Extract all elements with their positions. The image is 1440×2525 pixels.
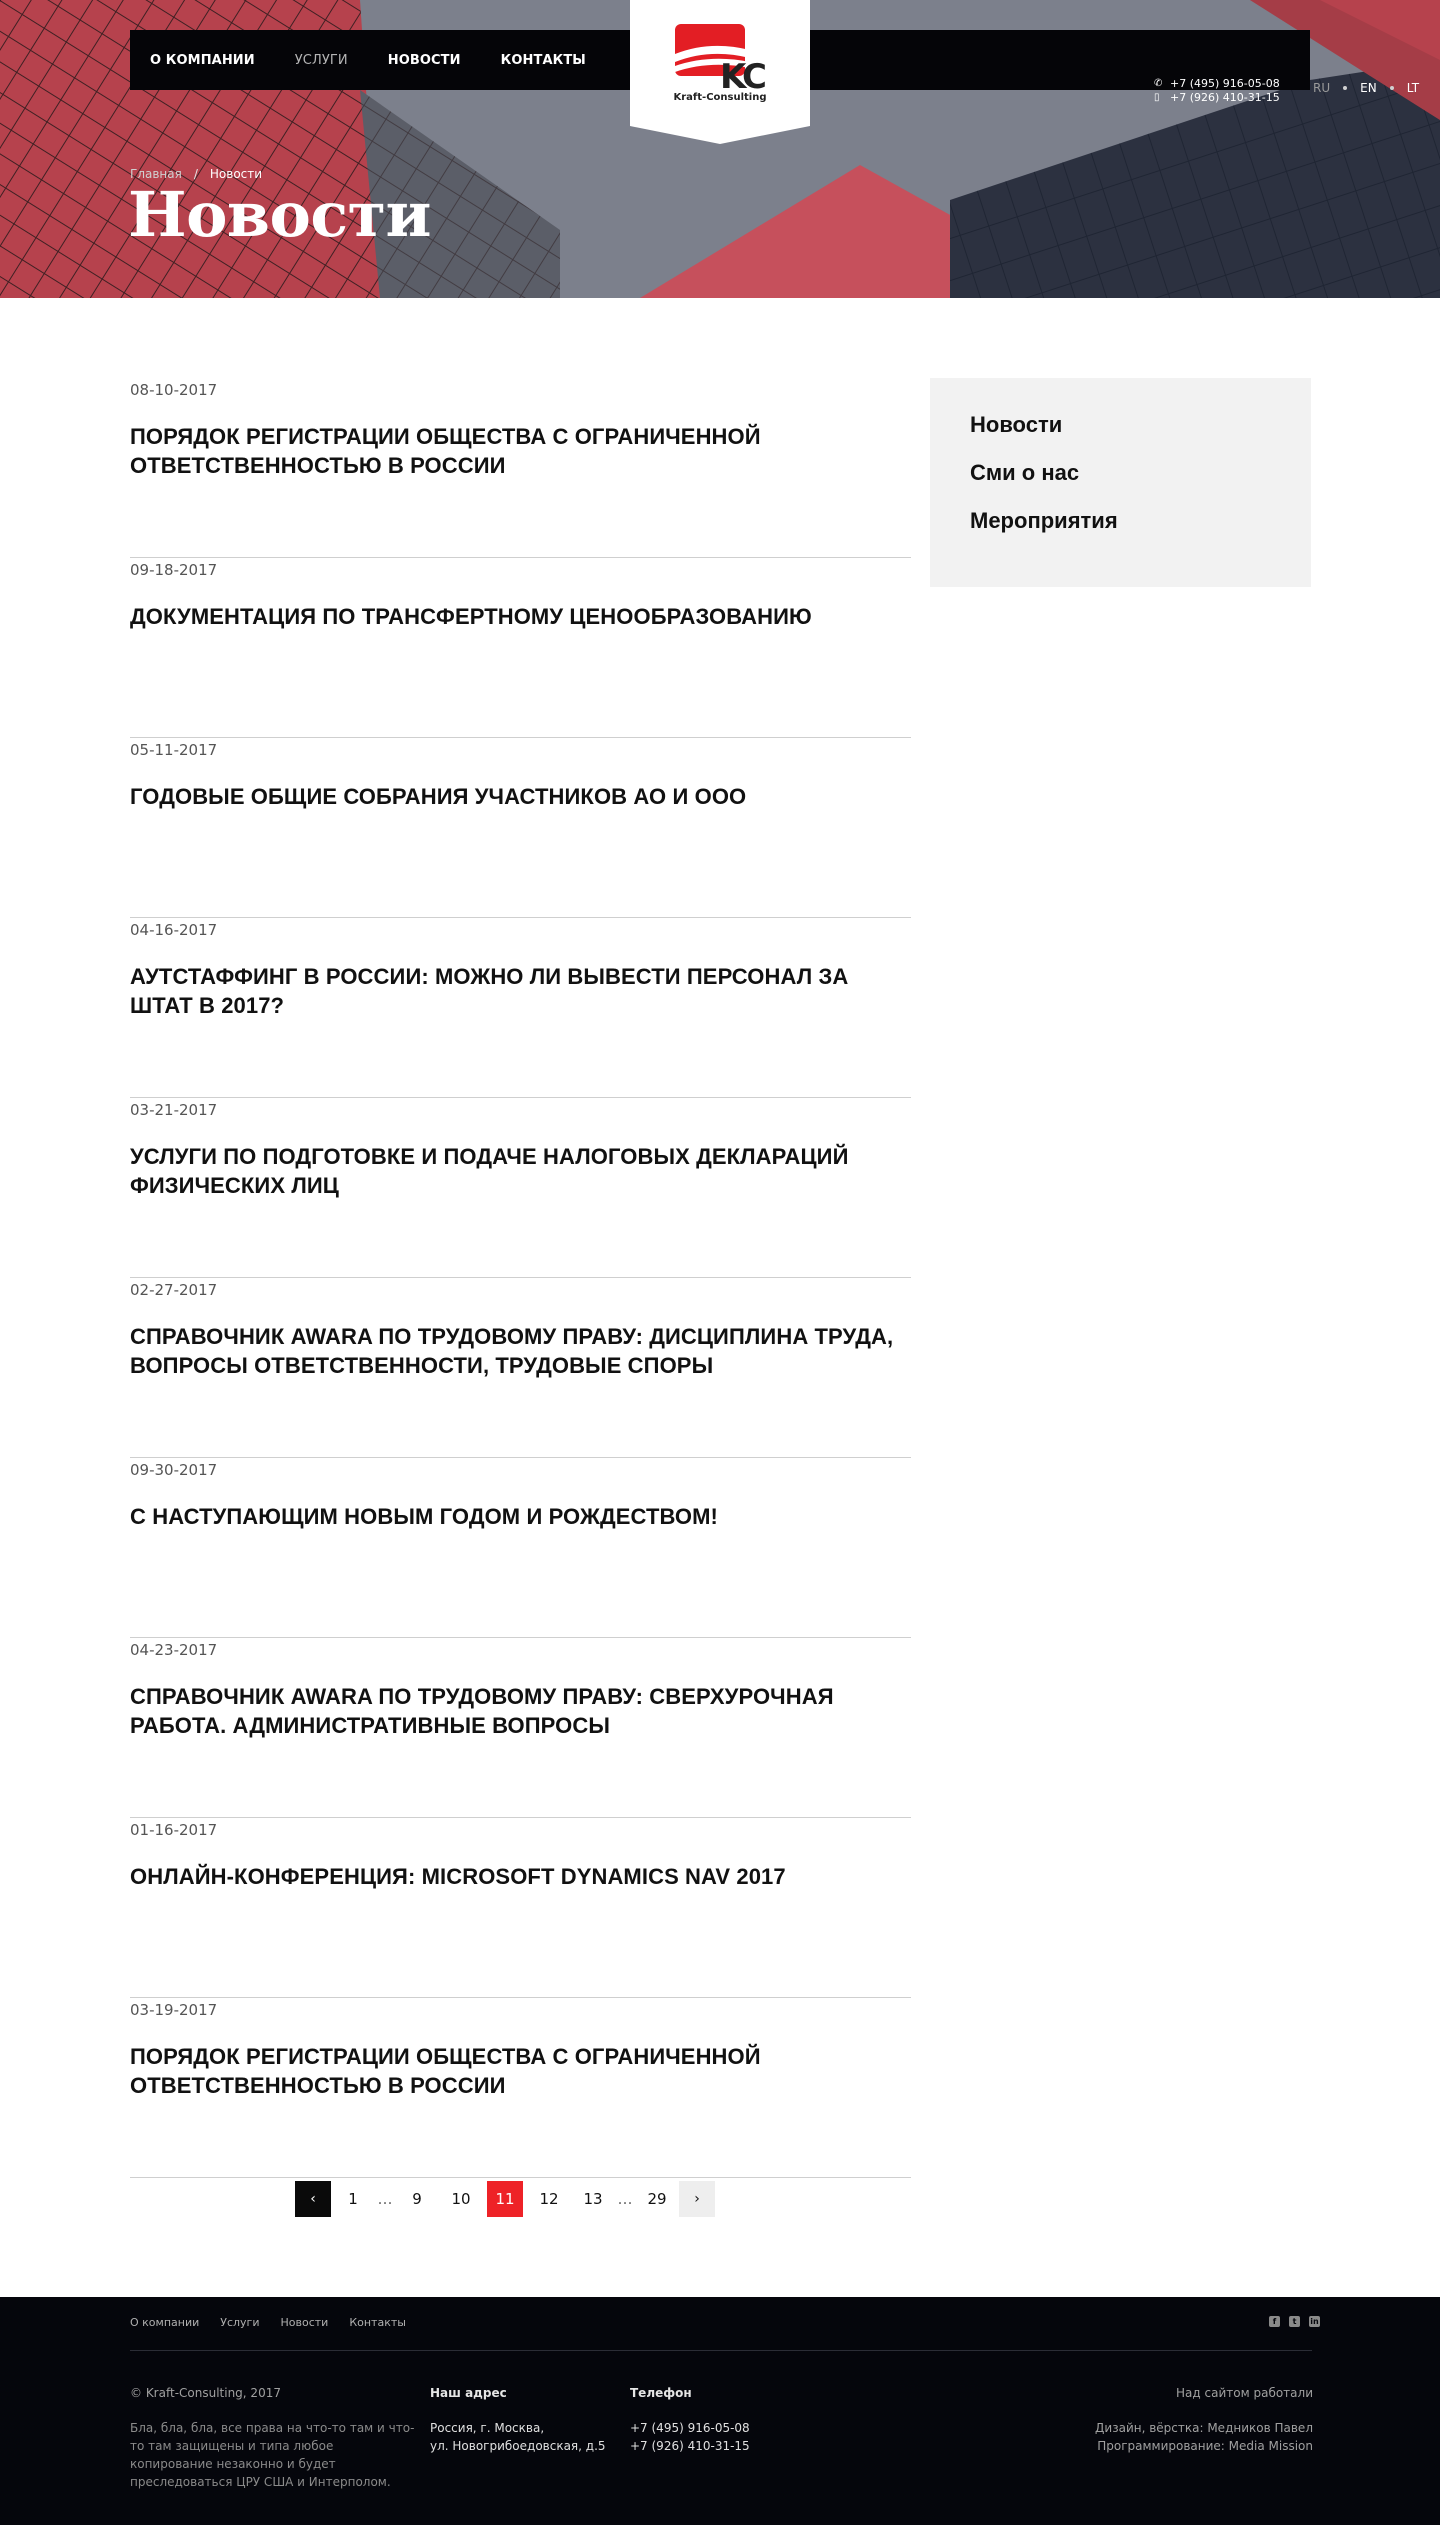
page-title: Новости	[128, 178, 432, 251]
footer-phone-2[interactable]: +7 (926) 410-31-15	[630, 2437, 750, 2455]
header-phone-2[interactable]: +7 (926) 410-31-15	[1170, 91, 1280, 105]
lang-separator	[1389, 86, 1394, 90]
facebook-icon[interactable]: f	[1269, 2316, 1280, 2327]
svg-text:C: C	[742, 57, 767, 97]
news-item: 05-11-2017 ГОДОВЫЕ ОБЩИЕ СОБРАНИЯ УЧАСТН…	[130, 738, 911, 918]
footer-credits: Дизайн, вёрстка: Медников Павел Программ…	[1095, 2419, 1313, 2455]
pagination-page[interactable]: 1	[335, 2181, 371, 2217]
footer-credits-heading: Над сайтом работали	[1176, 2386, 1313, 2400]
pagination: ‹ 1 … 9 10 11 12 13 … 29 ›	[295, 2181, 715, 2217]
news-title-link[interactable]: СПРАВОЧНИК AWARA ПО ТРУДОВОМУ ПРАВУ: ДИС…	[130, 1322, 911, 1380]
news-item: 01-16-2017 ОНЛАЙН-КОНФЕРЕНЦИЯ: MICROSOFT…	[130, 1818, 911, 1998]
news-title-link[interactable]: С НАСТУПАЮЩИМ НОВЫМ ГОДОМ И РОЖДЕСТВОМ!	[130, 1502, 911, 1531]
news-item: 09-30-2017 С НАСТУПАЮЩИМ НОВЫМ ГОДОМ И Р…	[130, 1458, 911, 1638]
news-title-link[interactable]: ПОРЯДОК РЕГИСТРАЦИИ ОБЩЕСТВА С ОГРАНИЧЕН…	[130, 422, 911, 480]
news-date: 08-10-2017	[130, 381, 218, 399]
sidebar-item-media[interactable]: Сми о нас	[970, 460, 1311, 508]
nav-about[interactable]: О КОМПАНИИ	[150, 53, 255, 68]
footer-nav-about[interactable]: О компании	[130, 2316, 199, 2329]
news-item: 04-23-2017 СПРАВОЧНИК AWARA ПО ТРУДОВОМУ…	[130, 1638, 911, 1818]
news-date: 02-27-2017	[130, 1281, 218, 1299]
news-item: 03-19-2017 ПОРЯДОК РЕГИСТРАЦИИ ОБЩЕСТВА …	[130, 1998, 911, 2178]
news-title-link[interactable]: ГОДОВЫЕ ОБЩИЕ СОБРАНИЯ УЧАСТНИКОВ АО И О…	[130, 782, 911, 811]
news-date: 04-16-2017	[130, 921, 218, 939]
hero-banner: О КОМПАНИИ УСЛУГИ НОВОСТИ КОНТАКТЫ ✆ +7 (…	[0, 0, 1440, 298]
news-item: 04-16-2017 АУТСТАФФИНГ В РОССИИ: МОЖНО Л…	[130, 918, 911, 1098]
logo-badge: K C Kraft-Consulting	[630, 0, 810, 144]
footer-phone-1[interactable]: +7 (495) 916-05-08	[630, 2419, 750, 2437]
pagination-next-button[interactable]: ›	[679, 2181, 715, 2217]
logo[interactable]: K C Kraft-Consulting	[630, 0, 810, 144]
footer: О компании Услуги Новости Контакты f t i…	[0, 2297, 1440, 2525]
news-title-link[interactable]: УСЛУГИ ПО ПОДГОТОВКЕ И ПОДАЧЕ НАЛОГОВЫХ …	[130, 1142, 911, 1200]
footer-address-line: ул. Новогрибоедовская, д.5	[430, 2439, 606, 2453]
news-date: 03-19-2017	[130, 2001, 218, 2019]
pagination-ellipsis: …	[617, 2190, 633, 2208]
news-item: 02-27-2017 СПРАВОЧНИК AWARA ПО ТРУДОВОМУ…	[130, 1278, 911, 1458]
header-phones: ✆ +7 (495) 916-05-08 ▯ +7 (926) 410-31-15	[1154, 77, 1280, 105]
sidebar-item-events[interactable]: Мероприятия	[970, 508, 1311, 556]
pagination-page[interactable]: 12	[531, 2181, 567, 2217]
footer-copyright: © Kraft-Consulting, 2017	[130, 2386, 281, 2400]
footer-nav-news[interactable]: Новости	[280, 2316, 328, 2329]
lang-separator	[1343, 86, 1348, 90]
language-switcher: RU EN LT	[1313, 81, 1419, 95]
footer-credit-design: Дизайн, вёрстка: Медников Павел	[1095, 2421, 1313, 2435]
footer-nav-services[interactable]: Услуги	[220, 2316, 259, 2329]
news-list: 08-10-2017 ПОРЯДОК РЕГИСТРАЦИИ ОБЩЕСТВА …	[130, 378, 911, 2178]
footer-address-heading: Наш адрес	[430, 2386, 507, 2400]
news-category-sidebar: Новости Сми о нас Мероприятия	[930, 378, 1311, 587]
pagination-prev-button[interactable]: ‹	[295, 2181, 331, 2217]
news-item: 09-18-2017 ДОКУМЕНТАЦИЯ ПО ТРАНСФЕРТНОМУ…	[130, 558, 911, 738]
lang-lt[interactable]: LT	[1407, 81, 1419, 95]
news-date: 04-23-2017	[130, 1641, 218, 1659]
pagination-page[interactable]: 9	[399, 2181, 435, 2217]
social-links: f t in	[1260, 2316, 1320, 2327]
news-title-link[interactable]: ОНЛАЙН-КОНФЕРЕНЦИЯ: MICROSOFT DYNAMICS N…	[130, 1862, 911, 1891]
footer-address: Россия, г. Москва, ул. Новогрибоедовская…	[430, 2419, 606, 2455]
news-title-link[interactable]: ДОКУМЕНТАЦИЯ ПО ТРАНСФЕРТНОМУ ЦЕНООБРАЗО…	[130, 602, 911, 631]
news-date: 01-16-2017	[130, 1821, 218, 1839]
footer-credit-programming: Программирование: Media Mission	[1097, 2439, 1313, 2453]
footer-nav: О компании Услуги Новости Контакты	[130, 2316, 427, 2329]
lang-ru[interactable]: RU	[1313, 81, 1330, 95]
footer-phone-heading: Телефон	[630, 2386, 692, 2400]
header-phone-1[interactable]: +7 (495) 916-05-08	[1170, 77, 1280, 91]
pagination-page[interactable]: 10	[443, 2181, 479, 2217]
sidebar-item-news[interactable]: Новости	[970, 412, 1311, 460]
pagination-page[interactable]: 13	[575, 2181, 611, 2217]
logo-caption: Kraft-Consulting	[673, 92, 766, 103]
news-title-link[interactable]: ПОРЯДОК РЕГИСТРАЦИИ ОБЩЕСТВА С ОГРАНИЧЕН…	[130, 2042, 911, 2100]
news-date: 09-18-2017	[130, 561, 218, 579]
twitter-icon[interactable]: t	[1289, 2316, 1300, 2327]
pagination-ellipsis: …	[377, 2190, 393, 2208]
main-nav: О КОМПАНИИ УСЛУГИ НОВОСТИ КОНТАКТЫ	[150, 30, 626, 90]
news-date: 03-21-2017	[130, 1101, 218, 1119]
footer-nav-contacts[interactable]: Контакты	[349, 2316, 406, 2329]
footer-divider	[130, 2350, 1312, 2351]
news-date: 05-11-2017	[130, 741, 218, 759]
footer-rights-text: Бла, бла, бла, все права на что-то там и…	[130, 2421, 415, 2489]
mobile-icon: ▯	[1154, 92, 1160, 103]
news-item: 08-10-2017 ПОРЯДОК РЕГИСТРАЦИИ ОБЩЕСТВА …	[130, 378, 911, 558]
footer-address-line: Россия, г. Москва,	[430, 2421, 545, 2435]
news-item: 03-21-2017 УСЛУГИ ПО ПОДГОТОВКЕ И ПОДАЧЕ…	[130, 1098, 911, 1278]
pagination-page[interactable]: 29	[639, 2181, 675, 2217]
news-title-link[interactable]: СПРАВОЧНИК AWARA ПО ТРУДОВОМУ ПРАВУ: СВЕ…	[130, 1682, 911, 1740]
news-date: 09-30-2017	[130, 1461, 218, 1479]
lang-en[interactable]: EN	[1360, 81, 1377, 95]
nav-news[interactable]: НОВОСТИ	[388, 53, 461, 68]
phone-icon: ✆	[1154, 78, 1163, 89]
footer-phones: +7 (495) 916-05-08 +7 (926) 410-31-15	[630, 2419, 750, 2455]
nav-services[interactable]: УСЛУГИ	[295, 53, 348, 68]
news-title-link[interactable]: АУТСТАФФИНГ В РОССИИ: МОЖНО ЛИ ВЫВЕСТИ П…	[130, 962, 911, 1020]
linkedin-icon[interactable]: in	[1309, 2316, 1320, 2327]
pagination-current-page[interactable]: 11	[487, 2181, 523, 2217]
nav-contacts[interactable]: КОНТАКТЫ	[501, 53, 586, 68]
